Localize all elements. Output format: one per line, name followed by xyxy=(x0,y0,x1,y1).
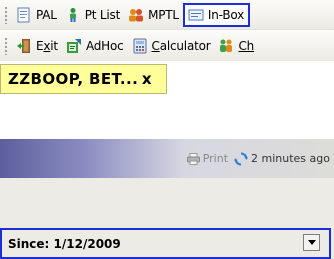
close-tab-button[interactable]: x xyxy=(142,70,152,88)
toolbar-grip[interactable] xyxy=(4,37,8,55)
exit-door-icon xyxy=(17,39,30,53)
printer-icon xyxy=(186,152,200,165)
secondary-toolbar: Exit AdHoc Calculator Ch xyxy=(0,31,334,61)
dropdown-button[interactable] xyxy=(303,234,320,251)
chevron-down-icon xyxy=(307,240,316,245)
pal-label: PAL xyxy=(36,7,57,22)
print-label: Print xyxy=(202,152,229,165)
since-date-dropdown[interactable]: Since: 1/12/2009 xyxy=(0,228,331,259)
in-box-label: In-Box xyxy=(207,7,245,22)
refresh-icon xyxy=(234,152,248,165)
patient-tab[interactable]: ZZBOOP, BET... x xyxy=(0,64,167,94)
mptl-button[interactable]: MPTL xyxy=(124,3,183,27)
toolbar-grip[interactable] xyxy=(4,5,8,24)
pt-list-button[interactable]: Pt List xyxy=(61,3,124,27)
people-icon xyxy=(220,39,233,52)
calculator-icon xyxy=(133,38,147,54)
exit-button[interactable]: Exit xyxy=(12,34,62,58)
adhoc-label: AdHoc xyxy=(85,39,124,53)
print-button[interactable]: Print xyxy=(186,152,229,165)
since-label: Since: 1/12/2009 xyxy=(8,236,121,251)
ch-label: Ch xyxy=(238,39,255,53)
person-icon xyxy=(69,7,76,22)
inbox-icon xyxy=(188,9,204,20)
last-updated-label: 2 minutes ago xyxy=(251,152,330,165)
pt-list-label: Pt List xyxy=(84,7,121,22)
ch-button[interactable]: Ch xyxy=(214,34,258,58)
view-header-bar: Print 2 minutes ago xyxy=(0,139,334,178)
calculator-button[interactable]: Calculator xyxy=(128,34,215,58)
patient-name: ZZBOOP, BET... xyxy=(8,70,139,88)
calculator-label: Calculator xyxy=(151,39,211,53)
mptl-label: MPTL xyxy=(148,7,179,22)
top-toolbar: PAL Pt List MPTL In-Box xyxy=(0,0,334,30)
group-icon xyxy=(129,8,144,21)
pal-button[interactable]: PAL xyxy=(12,3,61,27)
in-box-button[interactable]: In-Box xyxy=(182,2,251,27)
adhoc-button[interactable]: AdHoc xyxy=(62,34,128,58)
refresh-button[interactable]: 2 minutes ago xyxy=(234,152,330,166)
exit-label: Exit xyxy=(36,39,58,53)
adhoc-icon xyxy=(66,39,81,53)
document-icon xyxy=(17,7,30,22)
